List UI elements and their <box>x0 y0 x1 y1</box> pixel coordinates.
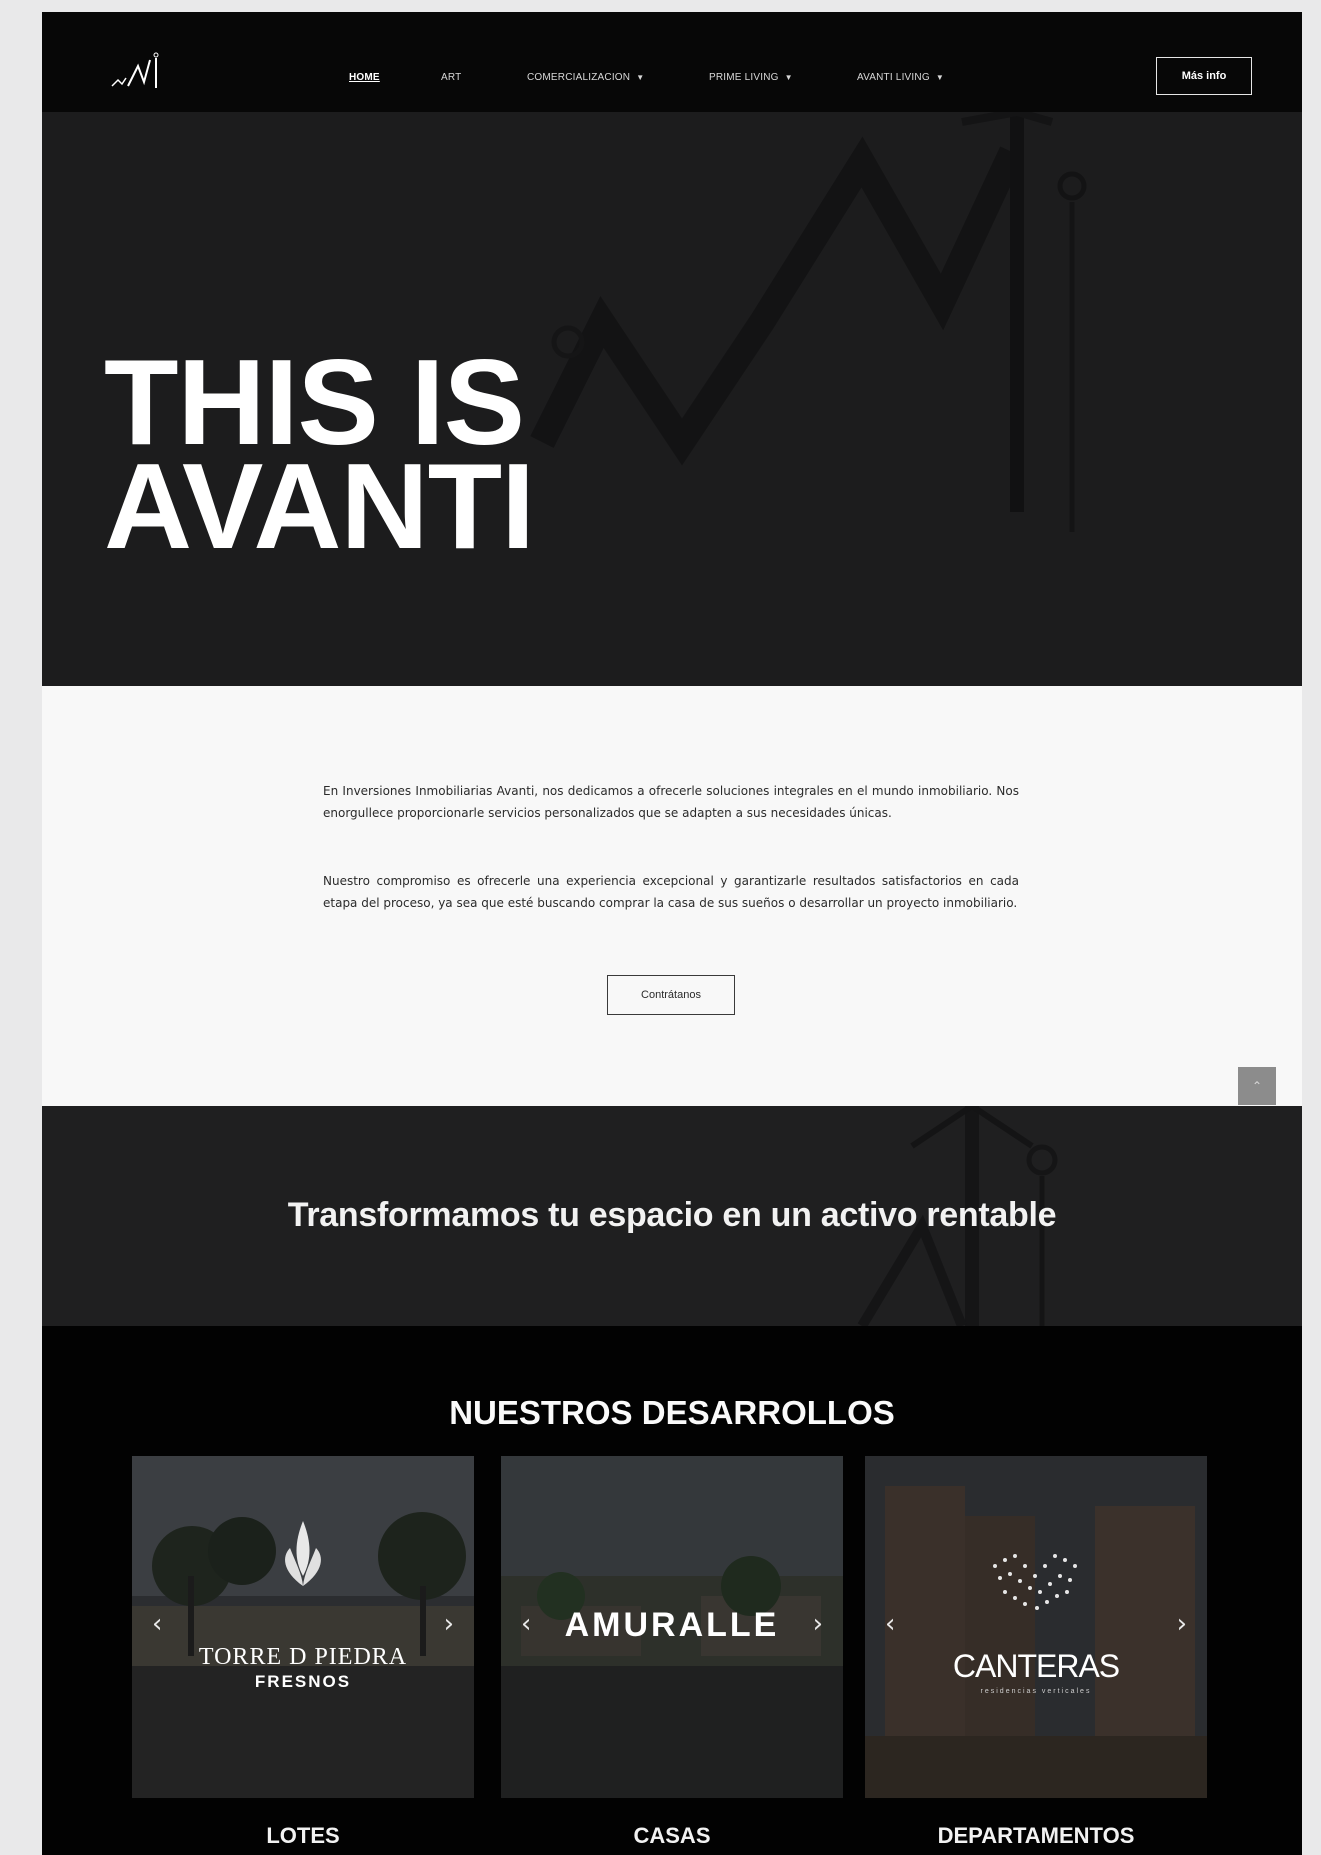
nav-item-label: HOME <box>349 72 380 83</box>
hero-title-line-2: AVANTI <box>104 438 535 574</box>
developments-section: NUESTROS DESARROLLOS TORRE D PIEDRA FRES… <box>42 1326 1302 1855</box>
carousel-prev-arrow-icon[interactable]: ‹ <box>885 1609 895 1639</box>
about-paragraph-1: En Inversiones Inmobiliarias Avanti, nos… <box>323 784 1019 820</box>
more-info-button[interactable]: Más info <box>1156 57 1252 95</box>
page: HOME ART COMERCIALIZACION ▼ PRIME LIVING ▼… <box>42 12 1302 1855</box>
avanti-logo[interactable] <box>108 52 164 92</box>
about-section: En Inversiones Inmobiliarias Avanti, nos… <box>42 686 1302 1106</box>
developments-title: NUESTROS DESARROLLOS <box>449 1394 895 1431</box>
hero-title: THIS IS AVANTI <box>104 341 535 574</box>
development-card-torre-de-piedra[interactable]: TORRE D PIEDRA FRESNOS ‹ › <box>132 1456 474 1798</box>
nav-item-art[interactable]: ART <box>441 72 461 83</box>
development-brand-name: CANTERAS <box>952 1648 1120 1684</box>
development-brand-name: TORRE D PIEDRA <box>198 1644 408 1670</box>
carousel-next-arrow-icon[interactable]: › <box>444 1609 454 1639</box>
chevron-down-icon: ▼ <box>636 73 645 82</box>
nav-item-label: PRIME LIVING <box>709 72 779 83</box>
carousel-next-arrow-icon[interactable]: › <box>813 1609 823 1639</box>
nav-item-avanti-living[interactable]: AVANTI LIVING ▼ <box>857 72 944 83</box>
development-photo <box>132 1456 474 1798</box>
nav-item-home[interactable]: HOME <box>349 72 380 83</box>
chevron-down-icon: ▼ <box>935 73 944 82</box>
development-category-label: CASAS <box>633 1823 711 1848</box>
about-paragraph-2: Nuestro compromiso es ofrecerle una expe… <box>323 874 1019 910</box>
banner-headline: Transformamos tu espacio en un activo re… <box>287 1196 1057 1234</box>
rental-banner: Transformamos tu espacio en un activo re… <box>42 1106 1302 1326</box>
carousel-next-arrow-icon[interactable]: › <box>1177 1609 1187 1639</box>
carousel-prev-arrow-icon[interactable]: ‹ <box>152 1609 162 1639</box>
development-brand-subtitle: residencias verticales <box>980 1688 1092 1695</box>
nav-item-label: AVANTI LIVING <box>857 72 930 83</box>
nav-item-label: COMERCIALIZACION <box>527 72 631 83</box>
nav-item-comercializacion[interactable]: COMERCIALIZACION ▼ <box>527 72 644 83</box>
top-navigation: HOME ART COMERCIALIZACION ▼ PRIME LIVING ▼… <box>42 12 1302 112</box>
carousel-prev-arrow-icon[interactable]: ‹ <box>521 1609 531 1639</box>
development-category-label: DEPARTAMENTOS <box>937 1823 1135 1848</box>
contact-us-button[interactable]: Contrátanos <box>607 975 735 1015</box>
development-photo <box>865 1456 1207 1798</box>
scroll-to-top-button[interactable]: ⌃ <box>1238 1067 1276 1105</box>
development-card-amuralle[interactable]: AMURALLE ‹ › <box>501 1456 843 1798</box>
chevron-down-icon: ▼ <box>784 73 793 82</box>
nav-item-label: ART <box>441 72 462 83</box>
development-brand-subtitle: FRESNOS <box>254 1672 352 1691</box>
development-category-label: LOTES <box>266 1823 340 1848</box>
hero-section: THIS IS AVANTI <box>42 112 1302 686</box>
development-card-canteras[interactable]: CANTERAS residencias verticales ‹ › <box>865 1456 1207 1798</box>
nav-item-prime-living[interactable]: PRIME LIVING ▼ <box>709 72 793 83</box>
development-brand-name: AMURALLE <box>564 1606 780 1644</box>
chevron-up-icon: ⌃ <box>1251 1079 1263 1093</box>
